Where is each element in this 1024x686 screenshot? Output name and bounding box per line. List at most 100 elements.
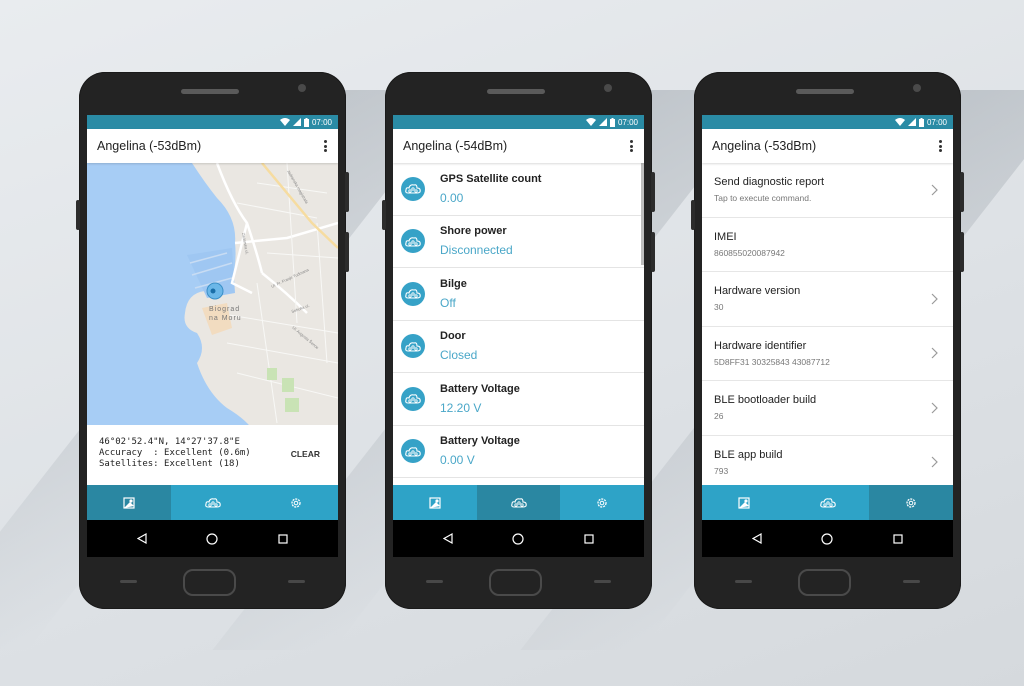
overflow-menu-icon[interactable] — [626, 139, 636, 153]
system-nav-bar — [87, 520, 338, 557]
sensor-list-item[interactable]: Battery Voltage 0.00 V — [393, 426, 644, 478]
status-time: 07:00 — [617, 117, 638, 127]
hardware-home-button[interactable] — [489, 569, 542, 596]
home-nav-button[interactable] — [498, 532, 538, 545]
sensor-label: Bilge — [440, 277, 467, 290]
map-pin-icon — [123, 496, 135, 509]
recents-button[interactable] — [569, 533, 609, 544]
sensor-list-item[interactable]: GPS Satellite count 0.00 — [393, 163, 644, 216]
volume-button — [382, 200, 386, 230]
back-button[interactable] — [737, 533, 777, 544]
wifi-icon — [279, 118, 290, 126]
tab-sensors[interactable] — [786, 485, 870, 520]
front-camera — [298, 84, 306, 92]
status-bar: 07:00 — [87, 115, 338, 129]
recents-button[interactable] — [263, 533, 303, 544]
recents-icon — [584, 533, 594, 544]
recents-button[interactable] — [878, 533, 918, 544]
hardware-back-key — [426, 580, 443, 583]
park — [282, 378, 294, 392]
back-icon — [443, 533, 453, 544]
hardware-recents-key — [903, 580, 920, 583]
screen: 07:00 Angelina (-53dBm) Biograd na Moru … — [87, 115, 338, 557]
settings-value: 860855020087942 — [714, 247, 785, 258]
tab-settings[interactable] — [869, 485, 953, 520]
gear-icon — [597, 497, 607, 508]
sensor-list-item[interactable]: Battery Voltage 12.20 V — [393, 373, 644, 426]
clear-button[interactable]: CLEAR — [291, 449, 320, 460]
sensor-list-item[interactable]: Battery Voltage — [393, 478, 644, 485]
sensor-value: Off — [440, 295, 456, 310]
chevron-right-icon — [931, 456, 938, 468]
home-nav-button[interactable] — [807, 532, 847, 545]
sensor-list-item[interactable]: Bilge Off — [393, 268, 644, 321]
phone-map: 07:00 Angelina (-53dBm) Biograd na Moru … — [76, 72, 349, 609]
hardware-home-button[interactable] — [183, 569, 236, 596]
sensor-label: Battery Voltage — [440, 382, 520, 395]
system-nav-bar — [393, 520, 644, 557]
park — [267, 368, 277, 380]
tab-sensors[interactable] — [171, 485, 255, 520]
home-icon — [206, 532, 219, 545]
tab-map[interactable] — [393, 485, 477, 520]
battery-icon — [303, 117, 309, 127]
overflow-menu-icon[interactable] — [320, 139, 330, 153]
sensor-list-item[interactable]: Shore power Disconnected — [393, 216, 644, 268]
overflow-menu-icon[interactable] — [935, 139, 945, 153]
signal-icon — [907, 118, 916, 126]
sensor-value: 0.00 — [440, 190, 464, 205]
bottom-nav — [702, 485, 953, 520]
cloud-gauge-icon — [819, 498, 836, 508]
power-button — [651, 172, 655, 212]
scrollbar[interactable] — [641, 163, 644, 265]
home-nav-button[interactable] — [192, 532, 232, 545]
power-button — [345, 172, 349, 212]
status-time: 07:00 — [926, 117, 947, 127]
settings-list-item[interactable]: BLE app build 793 — [702, 436, 953, 486]
cloud-gauge-icon — [401, 176, 425, 201]
status-time: 07:00 — [311, 117, 332, 127]
hardware-home-button[interactable] — [798, 569, 851, 596]
recents-icon — [278, 533, 288, 544]
cloud-gauge-icon — [401, 334, 425, 359]
settings-value: 30 — [714, 302, 724, 313]
tab-map[interactable] — [702, 485, 786, 520]
back-button[interactable] — [122, 533, 162, 544]
sensor-value: Disconnected — [440, 243, 513, 258]
signal-icon — [598, 118, 607, 126]
cloud-gauge-icon — [401, 281, 425, 306]
settings-list-item[interactable]: Hardware identifier 5D8FF31 30325843 4308… — [702, 327, 953, 381]
power-button — [345, 232, 349, 272]
chevron-right-icon — [931, 347, 938, 359]
hardware-recents-key — [288, 580, 305, 583]
chevron-right-icon — [931, 184, 938, 196]
system-nav-bar — [702, 520, 953, 557]
gear-icon — [291, 497, 301, 508]
sensor-list-item[interactable]: Door Closed — [393, 321, 644, 373]
hardware-back-key — [735, 580, 752, 583]
tab-map[interactable] — [87, 485, 171, 520]
front-camera — [604, 84, 612, 92]
settings-list-item[interactable]: IMEI 860855020087942 — [702, 218, 953, 272]
settings-list-item[interactable]: BLE bootloader build 26 — [702, 381, 953, 436]
wifi-icon — [585, 118, 596, 126]
tab-settings[interactable] — [560, 485, 644, 520]
chevron-right-icon — [931, 293, 938, 305]
bottom-nav — [393, 485, 644, 520]
power-button — [960, 232, 964, 272]
tab-settings[interactable] — [254, 485, 338, 520]
chevron-right-icon — [931, 402, 938, 414]
cloud-gauge-icon — [401, 439, 425, 464]
battery-icon — [609, 117, 615, 127]
settings-label: IMEI — [714, 230, 737, 243]
settings-value: 26 — [714, 411, 724, 422]
map-label-town: Biograd — [209, 306, 240, 313]
app-bar: Angelina (-53dBm) — [87, 129, 338, 163]
tab-sensors[interactable] — [476, 485, 561, 520]
settings-list-item[interactable]: Hardware version 30 — [702, 272, 953, 327]
sensor-label: Door — [440, 330, 466, 343]
settings-label: Hardware identifier — [714, 339, 807, 352]
settings-label: Hardware version — [714, 285, 801, 298]
back-button[interactable] — [428, 533, 468, 544]
settings-list-item[interactable]: Send diagnostic report Tap to execute com… — [702, 163, 953, 218]
